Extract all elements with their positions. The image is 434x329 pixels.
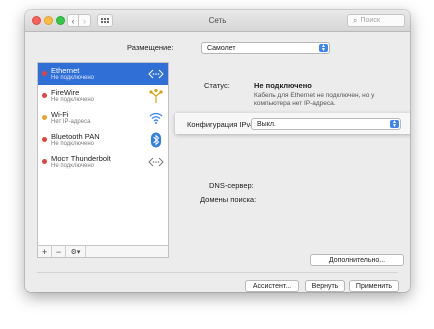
service-item-thunderbolt-bridge[interactable]: Мост Thunderbolt Не подключено: [38, 151, 168, 173]
search-domains-label: Домены поиска:: [200, 195, 257, 204]
service-status: Не подключено: [51, 163, 94, 169]
status-dot: [42, 159, 47, 164]
location-value: Самолет: [207, 44, 236, 52]
status-description-line: Кабель для Ethernet не подключен, но у: [254, 92, 375, 99]
service-item-bluetooth-pan[interactable]: Bluetooth PAN Не подключено: [38, 129, 168, 151]
search-field[interactable]: ⌕ Поиск: [347, 14, 405, 27]
status-dot: [42, 137, 47, 142]
firewire-icon: [149, 88, 163, 103]
service-status: Не подключено: [51, 75, 94, 81]
dns-server-label: DNS-сервер:: [209, 181, 254, 190]
advanced-button[interactable]: Дополнительно...: [310, 254, 404, 266]
ipv4-config-popup[interactable]: Выкл. ▲ ▼: [251, 118, 401, 130]
service-list: Ethernet Не подключено FireWire Не подкл…: [37, 62, 169, 258]
service-item-firewire[interactable]: FireWire Не подключено: [38, 85, 168, 107]
network-preferences-window: ‹ › Сеть ⌕ Поиск Размещение: Самолет ▲ ▼ …: [25, 10, 410, 292]
magnifier-icon: ⌕: [353, 15, 358, 25]
location-row: Размещение: Самолет ▲ ▼: [25, 42, 410, 54]
apply-button[interactable]: Применить: [349, 280, 399, 292]
service-name: Wi-Fi: [51, 110, 69, 119]
status-label: Статус:: [204, 81, 230, 90]
remove-service-button[interactable]: −: [52, 246, 66, 257]
footer-divider: [37, 272, 398, 273]
service-list-toolbar: + − ⚙▾: [38, 245, 168, 257]
wifi-icon: [149, 112, 163, 124]
service-actions-menu[interactable]: ⚙▾: [66, 246, 86, 257]
status-description-line: компьютера нет IP-адреса.: [254, 100, 336, 107]
service-item-wifi[interactable]: Wi-Fi Нет IP-адреса: [38, 107, 168, 129]
location-label: Размещение:: [127, 43, 174, 52]
service-status: Нет IP-адреса: [51, 119, 91, 125]
location-popup[interactable]: Самолет ▲ ▼: [201, 42, 330, 54]
status-description: Кабель для Ethernet не подключен, но у к…: [254, 92, 374, 108]
service-name: Bluetooth PAN: [51, 132, 100, 141]
status-value: Не подключено: [254, 81, 312, 90]
service-item-ethernet[interactable]: Ethernet Не подключено: [38, 63, 168, 85]
service-status: Не подключено: [51, 97, 94, 103]
assistant-button[interactable]: Ассистент...: [245, 280, 299, 292]
status-dot: [42, 115, 47, 120]
ipv4-config-label: Конфигурация IPv4:: [187, 120, 257, 129]
ipv4-config-value: Выкл.: [257, 120, 276, 128]
thunderbolt-bridge-icon: [148, 157, 164, 167]
service-name: Ethernet: [51, 66, 80, 75]
bluetooth-icon: [151, 132, 161, 148]
service-name: FireWire: [51, 88, 80, 97]
search-placeholder: Поиск: [360, 17, 380, 24]
popup-arrows-icon: ▲ ▼: [319, 44, 328, 53]
revert-button[interactable]: Вернуть: [305, 280, 345, 292]
status-dot: [42, 93, 47, 98]
title-bar: ‹ › Сеть ⌕ Поиск: [25, 10, 410, 32]
service-name: Мост Thunderbolt: [51, 154, 111, 163]
add-service-button[interactable]: +: [38, 246, 52, 257]
ethernet-icon: [148, 69, 164, 79]
status-dot: [42, 71, 47, 76]
service-status: Не подключено: [51, 141, 94, 147]
popup-arrows-icon: ▲ ▼: [390, 120, 399, 129]
